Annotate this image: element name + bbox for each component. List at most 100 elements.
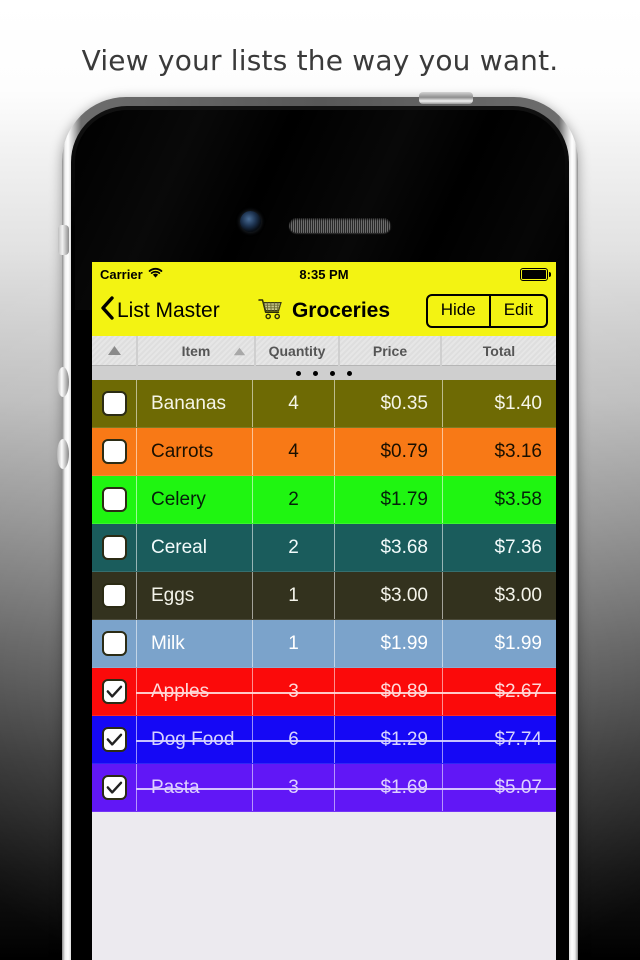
row-quantity: 4 [252, 428, 334, 475]
row-item-name: Cereal [136, 524, 252, 571]
row-item-name: Carrots [136, 428, 252, 475]
triangle-up-icon [233, 343, 246, 359]
table-row[interactable]: Cereal 2 $3.68 $7.36 [92, 524, 556, 572]
power-button[interactable] [419, 92, 473, 104]
earpiece-speaker [289, 218, 391, 233]
app-screen: Carrier 8:35 PM List Master Groceries Hi… [92, 262, 556, 960]
volume-up-button[interactable] [57, 367, 69, 397]
checkbox-unchecked-icon[interactable] [101, 391, 127, 416]
row-quantity: 3 [252, 764, 334, 811]
column-header-total-label: Total [482, 342, 516, 359]
column-header-item[interactable]: Item [138, 336, 254, 366]
row-price: $1.79 [334, 476, 442, 523]
checkbox-unchecked-icon[interactable] [101, 487, 127, 512]
row-total: $7.36 [442, 524, 556, 571]
row-total: $7.74 [442, 716, 556, 763]
table-row[interactable]: Dog Food 6 $1.29 $7.74 [92, 716, 556, 764]
page-dot[interactable] [330, 370, 335, 376]
item-list: Bananas 4 $0.35 $1.40 Carrots 4 $0.79 $3.16 Cele… [92, 380, 556, 812]
table-row[interactable]: Celery 2 $1.79 $3.58 [92, 476, 556, 524]
empty-list-area [92, 812, 556, 960]
row-item-name: Celery [136, 476, 252, 523]
row-checkbox-cell[interactable] [92, 428, 136, 475]
row-item-name: Apples [136, 668, 252, 715]
hide-button[interactable]: Hide [428, 296, 489, 325]
checkbox-checked-icon[interactable] [101, 679, 127, 704]
row-checkbox-cell[interactable] [92, 524, 136, 571]
row-checkbox-cell[interactable] [92, 764, 136, 811]
column-header-quantity-label: Quantity [268, 342, 326, 359]
row-checkbox-cell[interactable] [92, 716, 136, 763]
column-header-item-label: Item [181, 342, 211, 359]
row-price: $1.69 [334, 764, 442, 811]
row-quantity: 6 [252, 716, 334, 763]
row-price: $1.99 [334, 620, 442, 667]
status-bar: Carrier 8:35 PM [92, 262, 556, 286]
row-total: $3.16 [442, 428, 556, 475]
row-quantity: 2 [252, 476, 334, 523]
checkbox-unchecked-icon[interactable] [101, 631, 127, 656]
edit-button[interactable]: Edit [488, 296, 546, 326]
table-row[interactable]: Bananas 4 $0.35 $1.40 [92, 380, 556, 428]
triangle-up-icon [107, 343, 122, 359]
row-item-name: Dog Food [136, 716, 252, 763]
checkbox-checked-icon[interactable] [101, 727, 127, 752]
column-header-total[interactable]: Total [442, 336, 556, 366]
checkbox-checked-icon[interactable] [101, 775, 127, 800]
checkbox-unchecked-icon[interactable] [101, 535, 127, 560]
row-total: $1.40 [442, 380, 556, 427]
navigation-bar: List Master Groceries Hide Edit [92, 286, 556, 336]
page-dot[interactable] [313, 370, 318, 376]
page-dot[interactable] [296, 370, 301, 376]
row-quantity: 2 [252, 524, 334, 571]
table-row[interactable]: Eggs 1 $3.00 $3.00 [92, 572, 556, 620]
row-checkbox-cell[interactable] [92, 572, 136, 619]
row-total: $3.58 [442, 476, 556, 523]
back-button-list-master[interactable]: List Master [100, 296, 220, 326]
silent-switch[interactable] [58, 225, 69, 255]
row-checkbox-cell[interactable] [92, 476, 136, 523]
row-price: $0.79 [334, 428, 442, 475]
table-row[interactable]: Apples 3 $0.89 $2.67 [92, 668, 556, 716]
row-price: $3.00 [334, 572, 442, 619]
page-dot[interactable] [347, 370, 352, 376]
row-quantity: 1 [252, 620, 334, 667]
front-camera-icon [240, 211, 261, 232]
row-total: $5.07 [442, 764, 556, 811]
column-header-row: Item Quantity Price Total [92, 336, 556, 366]
column-header-price[interactable]: Price [340, 336, 440, 366]
row-price: $1.29 [334, 716, 442, 763]
page-title: Groceries [291, 299, 391, 322]
back-button-label: List Master [117, 299, 220, 322]
row-item-name: Bananas [136, 380, 252, 427]
row-quantity: 3 [252, 668, 334, 715]
volume-down-button[interactable] [57, 439, 69, 469]
table-row[interactable]: Milk 1 $1.99 $1.99 [92, 620, 556, 668]
page-headline: View your lists the way you want. [81, 44, 559, 77]
segmented-control[interactable]: Hide Edit [425, 294, 548, 328]
shopping-cart-icon [258, 298, 284, 325]
row-quantity: 4 [252, 380, 334, 427]
row-checkbox-cell[interactable] [92, 380, 136, 427]
status-bar-time: 8:35 PM [299, 266, 349, 282]
row-price: $0.35 [334, 380, 442, 427]
chevron-left-icon [100, 296, 114, 326]
phone-mockup: Carrier 8:35 PM List Master Groceries Hi… [57, 92, 578, 960]
row-checkbox-cell[interactable] [92, 620, 136, 667]
row-total: $1.99 [442, 620, 556, 667]
row-total: $2.67 [442, 668, 556, 715]
row-item-name: Milk [136, 620, 252, 667]
checkbox-unchecked-icon[interactable] [101, 583, 127, 608]
table-row[interactable]: Pasta 3 $1.69 $5.07 [92, 764, 556, 812]
column-header-quantity[interactable]: Quantity [256, 336, 338, 366]
column-header-checkbox-sort[interactable] [92, 336, 136, 366]
row-item-name: Pasta [136, 764, 252, 811]
table-row[interactable]: Carrots 4 $0.79 $3.16 [92, 428, 556, 476]
row-total: $3.00 [442, 572, 556, 619]
row-item-name: Eggs [136, 572, 252, 619]
column-header-price-label: Price [372, 342, 408, 359]
checkbox-unchecked-icon[interactable] [101, 439, 127, 464]
page-indicator-dots[interactable] [92, 366, 556, 380]
row-price: $3.68 [334, 524, 442, 571]
row-checkbox-cell[interactable] [92, 668, 136, 715]
